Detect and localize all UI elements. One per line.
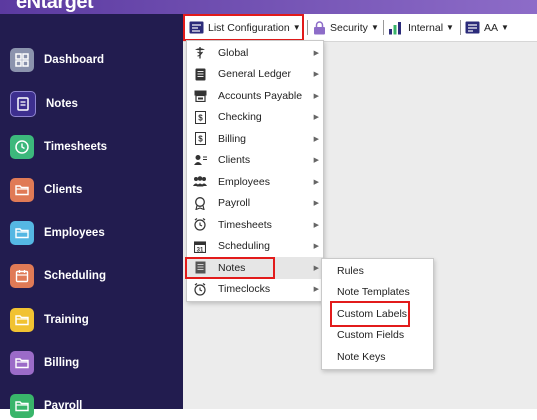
folder-icon bbox=[10, 394, 34, 418]
menu-item-timeclocks[interactable]: Timeclocks ▶ bbox=[187, 279, 323, 301]
menu-item-clients[interactable]: Clients ▶ bbox=[187, 150, 323, 172]
brand-logo: eNtarget bbox=[16, 0, 94, 13]
folder-icon bbox=[10, 351, 34, 375]
internal-button[interactable]: Internal ▼ bbox=[388, 17, 454, 38]
cash-register-icon bbox=[193, 89, 207, 103]
calendar-icon: 31 bbox=[193, 239, 207, 253]
chevron-right-icon: ▶ bbox=[313, 92, 319, 100]
list-configuration-label: List Configuration bbox=[208, 21, 290, 34]
caduceus-icon bbox=[193, 46, 207, 60]
chevron-down-icon: ▼ bbox=[501, 23, 509, 32]
bar-chart-icon bbox=[389, 21, 401, 34]
sidebar-item-label: Dashboard bbox=[44, 54, 105, 66]
submenu-item-note-templates[interactable]: Note Templates bbox=[322, 282, 433, 304]
sidebar-item-label: Training bbox=[44, 314, 89, 326]
top-banner: eNtarget bbox=[0, 0, 537, 14]
sidebar-item-training[interactable]: Training bbox=[10, 306, 180, 334]
chevron-right-icon: ▶ bbox=[313, 178, 319, 186]
document-icon bbox=[465, 21, 480, 34]
internal-label: Internal bbox=[408, 21, 444, 34]
chevron-right-icon: ▶ bbox=[313, 264, 319, 272]
toolbar-divider bbox=[307, 20, 308, 35]
menu-item-accounts-payable[interactable]: Accounts Payable ▶ bbox=[187, 85, 323, 107]
sidebar-item-label: Timesheets bbox=[44, 141, 108, 153]
sidebar: Dashboard Notes Timesheets Clients Emplo… bbox=[0, 14, 183, 418]
sidebar-item-label: Scheduling bbox=[44, 270, 106, 282]
sidebar-item-payroll[interactable]: Payroll bbox=[10, 392, 180, 420]
security-button[interactable]: Security ▼ bbox=[313, 17, 379, 38]
svg-text:$: $ bbox=[198, 135, 203, 144]
sidebar-item-billing[interactable]: Billing bbox=[10, 349, 180, 377]
alarm-clock-icon bbox=[193, 218, 207, 232]
chevron-right-icon: ▶ bbox=[313, 221, 319, 229]
submenu-item-custom-fields[interactable]: Custom Fields bbox=[322, 325, 433, 347]
security-label: Security bbox=[330, 21, 368, 34]
submenu-item-note-keys[interactable]: Note Keys bbox=[322, 346, 433, 368]
aa-label: AA bbox=[484, 21, 499, 34]
sidebar-item-label: Employees bbox=[44, 227, 105, 239]
menu-item-scheduling[interactable]: 31 Scheduling ▶ bbox=[187, 236, 323, 258]
users-icon bbox=[193, 175, 207, 189]
toolbar-divider bbox=[383, 20, 384, 35]
toolbar-divider bbox=[460, 20, 461, 35]
svg-text:$: $ bbox=[198, 113, 203, 122]
list-config-icon bbox=[189, 21, 204, 34]
calendar-icon bbox=[10, 264, 34, 288]
submenu-item-custom-labels[interactable]: Custom Labels bbox=[322, 303, 433, 325]
dashboard-icon bbox=[10, 48, 34, 72]
list-configuration-menu: Global ▶ General Ledger ▶ Accounts Payable… bbox=[186, 40, 324, 302]
notes-icon bbox=[193, 261, 207, 275]
svg-text:31: 31 bbox=[197, 247, 204, 253]
menu-item-payroll[interactable]: Payroll ▶ bbox=[187, 193, 323, 215]
sidebar-item-label: Clients bbox=[44, 184, 83, 196]
folder-icon bbox=[10, 178, 34, 202]
sidebar-item-timesheets[interactable]: Timesheets bbox=[10, 133, 180, 161]
menu-item-employees[interactable]: Employees ▶ bbox=[187, 171, 323, 193]
menu-item-timesheets[interactable]: Timesheets ▶ bbox=[187, 214, 323, 236]
menu-item-global[interactable]: Global ▶ bbox=[187, 42, 323, 64]
chevron-right-icon: ▶ bbox=[313, 71, 319, 79]
dollar-doc-icon: $ bbox=[193, 110, 207, 124]
badge-icon bbox=[193, 196, 207, 210]
sidebar-item-label: Notes bbox=[46, 98, 78, 110]
menu-item-checking[interactable]: $ Checking ▶ bbox=[187, 107, 323, 129]
chevron-down-icon: ▼ bbox=[446, 23, 454, 32]
toolbar: List Configuration ▼ Security ▼ Internal ▼ … bbox=[183, 14, 537, 42]
chevron-right-icon: ▶ bbox=[313, 157, 319, 165]
sidebar-item-employees[interactable]: Employees bbox=[10, 219, 180, 247]
chevron-down-icon: ▼ bbox=[370, 23, 379, 32]
chevron-right-icon: ▶ bbox=[313, 200, 319, 208]
sidebar-item-scheduling[interactable]: Scheduling bbox=[10, 262, 180, 290]
dollar-doc-icon: $ bbox=[193, 132, 207, 146]
sidebar-item-label: Payroll bbox=[44, 400, 83, 412]
notes-submenu: Rules Note Templates Custom Labels Custo… bbox=[321, 258, 434, 370]
aa-button[interactable]: AA ▼ bbox=[465, 17, 509, 38]
list-configuration-button[interactable]: List Configuration ▼ bbox=[189, 17, 301, 38]
chevron-right-icon: ▶ bbox=[313, 286, 319, 294]
clock-icon bbox=[10, 135, 34, 159]
sidebar-item-label: Billing bbox=[44, 357, 80, 369]
sidebar-item-dashboard[interactable]: Dashboard bbox=[10, 46, 180, 74]
folder-icon bbox=[10, 308, 34, 332]
sidebar-item-clients[interactable]: Clients bbox=[10, 176, 180, 204]
menu-item-billing[interactable]: $ Billing ▶ bbox=[187, 128, 323, 150]
user-list-icon bbox=[193, 153, 207, 167]
menu-item-general-ledger[interactable]: General Ledger ▶ bbox=[187, 64, 323, 86]
submenu-item-rules[interactable]: Rules bbox=[322, 260, 433, 282]
lock-icon bbox=[314, 20, 325, 34]
chevron-right-icon: ▶ bbox=[313, 135, 319, 143]
chevron-down-icon: ▼ bbox=[292, 23, 301, 32]
chevron-right-icon: ▶ bbox=[313, 49, 319, 57]
sidebar-item-notes[interactable]: Notes bbox=[10, 90, 180, 118]
ledger-icon bbox=[193, 67, 207, 81]
notes-icon bbox=[10, 91, 36, 117]
folder-icon bbox=[10, 221, 34, 245]
menu-item-notes[interactable]: Notes ▶ bbox=[187, 257, 323, 279]
chevron-right-icon: ▶ bbox=[313, 243, 319, 251]
chevron-right-icon: ▶ bbox=[313, 114, 319, 122]
alarm-clock-icon bbox=[193, 282, 207, 296]
